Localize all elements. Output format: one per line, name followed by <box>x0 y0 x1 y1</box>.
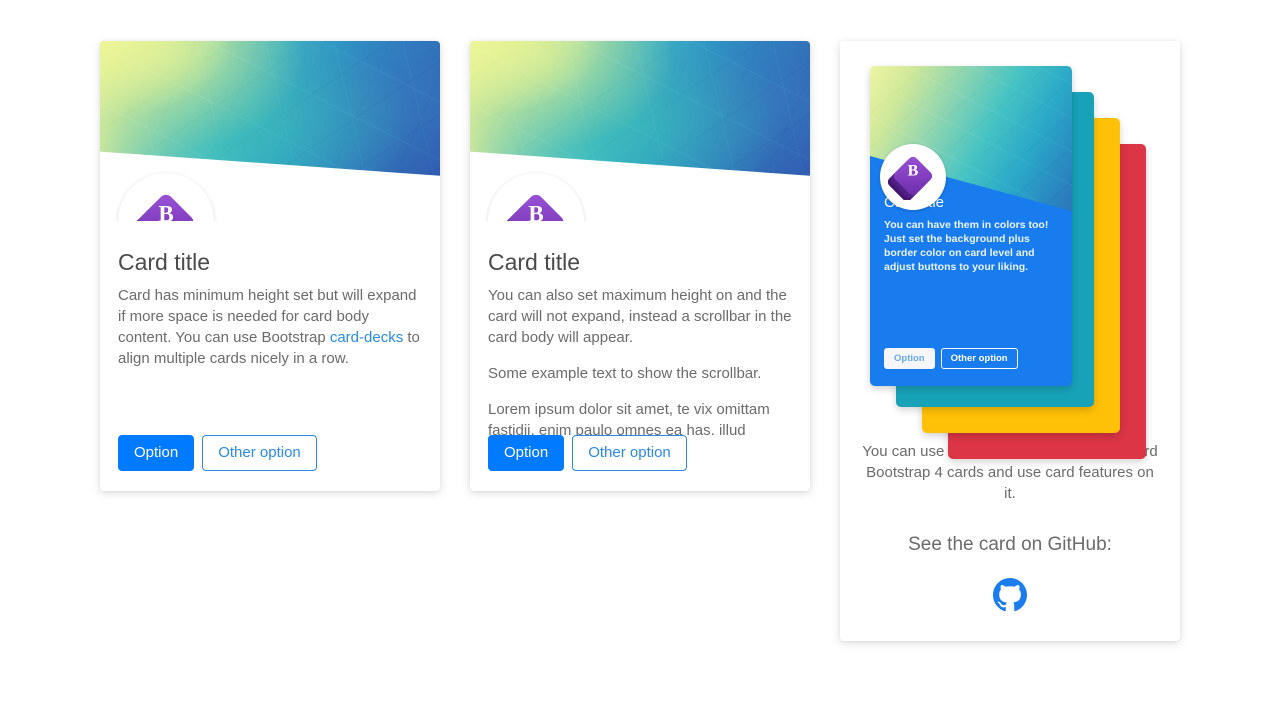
card-text: Some example text to show the scrollbar. <box>488 364 762 382</box>
mini-other-option-button[interactable]: Other option <box>940 347 1018 369</box>
card-decks-link[interactable]: card-decks <box>330 329 403 346</box>
card-title: Card title <box>488 249 581 275</box>
card-stack: Card title You can have them in colors t… <box>870 66 1150 459</box>
card-body-scrollable[interactable]: Card title You can also set maximum heig… <box>470 221 810 443</box>
bootstrap-logo-icon: B <box>500 185 572 221</box>
bootstrap-logo-icon: B <box>130 185 202 221</box>
card-max-height: B Card title You can also set maximum he… <box>470 41 810 491</box>
card-header-image: B <box>470 41 810 221</box>
card-min-height: B Card title Card has minimum height set… <box>100 41 440 491</box>
card-actions: Option Other option <box>470 435 810 491</box>
svg-text:B: B <box>528 201 543 221</box>
card-body: Card title Card has minimum height set b… <box>100 221 440 443</box>
mini-card-actions: Option Other option <box>884 347 1018 369</box>
mini-option-button[interactable]: Option <box>884 347 935 369</box>
svg-text:B: B <box>158 201 173 221</box>
card-showcase: Card title You can have them in colors t… <box>840 41 1180 641</box>
card-text: Card has minimum height set but will exp… <box>118 285 422 369</box>
card-header-image: B <box>100 41 440 221</box>
other-option-button[interactable]: Other option <box>572 435 687 471</box>
other-option-button[interactable]: Other option <box>202 435 317 471</box>
card-text: You can also set maximum height on and t… <box>488 286 792 346</box>
github-link-wrapper <box>862 578 1158 617</box>
avatar: B <box>880 144 946 210</box>
stack-layer-primary: Card title You can have them in colors t… <box>870 66 1072 386</box>
card-title: Card title <box>118 249 211 275</box>
github-link[interactable] <box>993 578 1027 617</box>
card-body: You can use this card together with stan… <box>840 441 1180 617</box>
github-subtitle: See the card on GitHub: <box>908 534 1112 555</box>
mini-card-text: You can have them in colors too! Just se… <box>884 219 1049 273</box>
svg-text:B: B <box>908 162 919 179</box>
option-button[interactable]: Option <box>118 435 195 471</box>
bootstrap-logo-icon: B <box>887 150 938 205</box>
page-root: B Card title Card has minimum height set… <box>0 0 1280 720</box>
card-actions: Option Other option <box>100 435 440 491</box>
stacked-cards-image: Card title You can have them in colors t… <box>840 41 1180 459</box>
option-button[interactable]: Option <box>488 435 565 471</box>
github-icon <box>993 578 1027 617</box>
